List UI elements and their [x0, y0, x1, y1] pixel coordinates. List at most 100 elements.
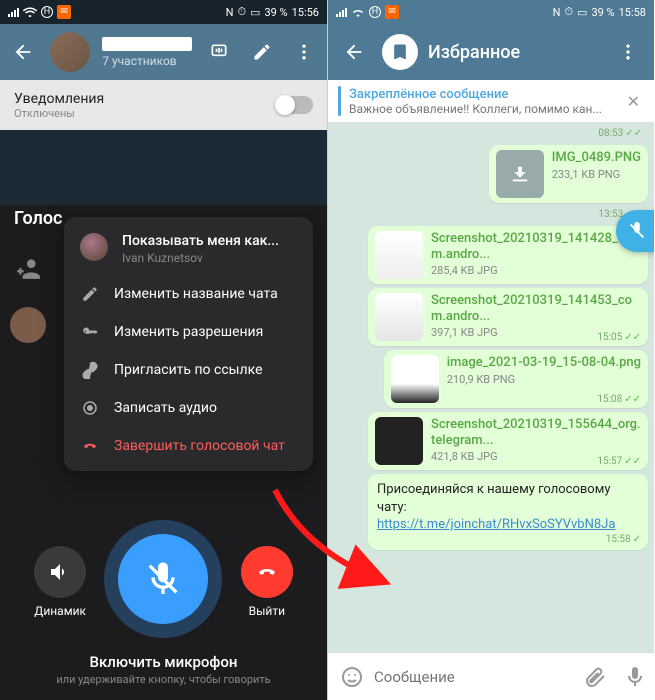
participant-avatar[interactable]: [10, 307, 46, 343]
menu-record[interactable]: Записать аудио: [64, 389, 313, 427]
file-message[interactable]: Screenshot_20210319_141428_com.andro...2…: [368, 226, 648, 284]
back-button[interactable]: [336, 34, 372, 70]
speaker-label: Динамик: [34, 604, 86, 618]
message-input[interactable]: [374, 668, 573, 686]
chat-avatar[interactable]: [50, 32, 90, 72]
hd-icon: H: [369, 6, 381, 18]
file-size: 210,9 KB PNG: [447, 373, 641, 386]
clock: 15:56: [292, 6, 319, 19]
menu-rename[interactable]: Изменить название чата: [64, 275, 313, 313]
voice-chat-panel: Голос Показывать меня как... Ivan Kuznet…: [0, 205, 327, 700]
signal-icon: [8, 8, 19, 17]
add-user-icon[interactable]: [15, 255, 41, 281]
alarm-icon: ⏱: [564, 5, 573, 19]
file-name: image_2021-03-19_15-08-04.png: [447, 355, 641, 371]
battery-percent: 39 %: [264, 6, 287, 19]
hd-icon: H: [41, 6, 53, 18]
menu-invite-label: Пригласить по ссылке: [114, 362, 263, 378]
file-thumb: [375, 417, 423, 465]
hangup-icon: [80, 437, 100, 455]
more-icon[interactable]: [610, 34, 646, 70]
notif-sub: Отключены: [14, 107, 104, 120]
attach-icon[interactable]: [577, 659, 613, 695]
file-message[interactable]: image_2021-03-19_15-08-04.png 210,9 KB PN…: [384, 350, 648, 408]
more-icon[interactable]: [289, 34, 319, 70]
menu-record-label: Записать аудио: [114, 400, 217, 416]
pinned-bar-icon: [338, 86, 341, 116]
chat-subtitle: 7 участников: [102, 54, 192, 68]
vc-title: Голос: [14, 208, 62, 229]
file-message[interactable]: Screenshot_20210319_155644_org.telegram.…: [368, 412, 648, 470]
menu-invite[interactable]: Пригласить по ссылке: [64, 351, 313, 389]
notification-icon: ✉: [57, 5, 71, 19]
bookmark-icon: [382, 34, 418, 70]
nfc-icon: N: [226, 6, 234, 19]
pinned-sub: Важное объявление!! Коллеги, помимо кан.…: [349, 102, 615, 116]
user-avatar-icon: [80, 233, 108, 261]
leave-label: Выйти: [249, 604, 285, 618]
context-menu: Показывать меня как... Ivan Kuznetsov Из…: [64, 217, 313, 471]
close-icon[interactable]: ✕: [623, 88, 644, 115]
back-button[interactable]: [8, 34, 38, 70]
file-thumb: [375, 231, 423, 279]
menu-show-as-sub: Ivan Kuznetsov: [122, 251, 279, 265]
chat-title: [102, 37, 192, 51]
chat-header: 7 участников: [0, 24, 327, 80]
link-icon: [80, 361, 100, 379]
mic-hint-title: Включить микрофон: [0, 653, 327, 671]
invite-link[interactable]: https://t.me/joinchat/RHvxSoSYVvbN8Ja: [377, 517, 615, 532]
nfc-icon: N: [553, 6, 561, 19]
pencil-icon: [80, 285, 100, 303]
leave-button[interactable]: [241, 546, 293, 598]
menu-show-as-title: Показывать меня как...: [122, 233, 279, 249]
file-name: Screenshot_20210319_141453_com.andro...: [431, 293, 641, 324]
status-bar: H ✉ N ⏱ ▭ 39 % 15:56: [0, 0, 327, 24]
message-time: 08:53✓✓: [592, 126, 648, 141]
text-content: Присоединяйся к нашему голосовому чату:: [377, 482, 611, 515]
file-thumb: [391, 355, 439, 403]
file-message[interactable]: Screenshot_20210319_141453_com.andro...3…: [368, 288, 648, 346]
mic-hint-sub: или удерживайте кнопку, чтобы говорить: [0, 673, 327, 686]
menu-end-chat[interactable]: Завершить голосовой чат: [64, 427, 313, 465]
notif-title: Уведомления: [14, 91, 104, 107]
edit-icon[interactable]: [247, 34, 277, 70]
download-icon[interactable]: [496, 150, 544, 198]
phone-voice-chat: H ✉ N ⏱ ▭ 39 % 15:56 7 участников Уведом…: [0, 0, 327, 700]
pinned-title: Закреплённое сообщение: [349, 87, 615, 102]
menu-rename-label: Изменить название чата: [114, 286, 278, 302]
key-icon: [80, 323, 100, 341]
speaker-button[interactable]: [34, 546, 86, 598]
mic-button[interactable]: [118, 534, 208, 624]
notifications-row[interactable]: Уведомления Отключены: [0, 80, 327, 130]
file-name: IMG_0489.PNG: [552, 150, 641, 166]
notif-switch[interactable]: [277, 96, 313, 114]
mic-icon[interactable]: [617, 659, 653, 695]
clock: 15:58: [619, 6, 646, 19]
voice-chat-icon[interactable]: [204, 34, 234, 70]
record-icon: [80, 399, 100, 417]
file-thumb: [375, 293, 423, 341]
emoji-icon[interactable]: [334, 659, 370, 695]
file-size: 285,4 KB JPG: [431, 264, 641, 277]
messages-list[interactable]: 08:53✓✓ IMG_0489.PNG233,1 KB PNG 13:53✓✓…: [328, 122, 654, 652]
menu-end-label: Завершить голосовой чат: [114, 438, 285, 454]
mic-hint: Включить микрофон или удерживайте кнопку…: [0, 653, 327, 686]
phone-saved-messages: H ✉ N ⏱ ▭ 39 % 15:58 Избранное Закреплён…: [327, 0, 654, 700]
text-message[interactable]: Присоединяйся к нашему голосовому чату: …: [368, 474, 648, 550]
file-name: Screenshot_20210319_155644_org.telegram.…: [431, 417, 641, 448]
menu-show-as[interactable]: Показывать меня как... Ivan Kuznetsov: [64, 223, 313, 275]
pinned-message[interactable]: Закреплённое сообщение Важное объявление…: [328, 80, 654, 123]
chat-title-area[interactable]: 7 участников: [102, 37, 192, 68]
battery-percent: 39 %: [591, 6, 614, 19]
chat-title[interactable]: Избранное: [428, 42, 600, 63]
chat-header: Избранное: [328, 24, 654, 80]
alarm-icon: ⏱: [237, 5, 246, 19]
participants-column: [10, 255, 46, 343]
wifi-icon: [351, 7, 365, 17]
wifi-icon: [23, 7, 37, 17]
file-message[interactable]: IMG_0489.PNG233,1 KB PNG: [489, 145, 648, 203]
menu-permissions[interactable]: Изменить разрешения: [64, 313, 313, 351]
menu-permissions-label: Изменить разрешения: [114, 324, 263, 340]
mute-fab[interactable]: [616, 210, 654, 252]
call-controls: Динамик Выйти: [0, 534, 327, 630]
